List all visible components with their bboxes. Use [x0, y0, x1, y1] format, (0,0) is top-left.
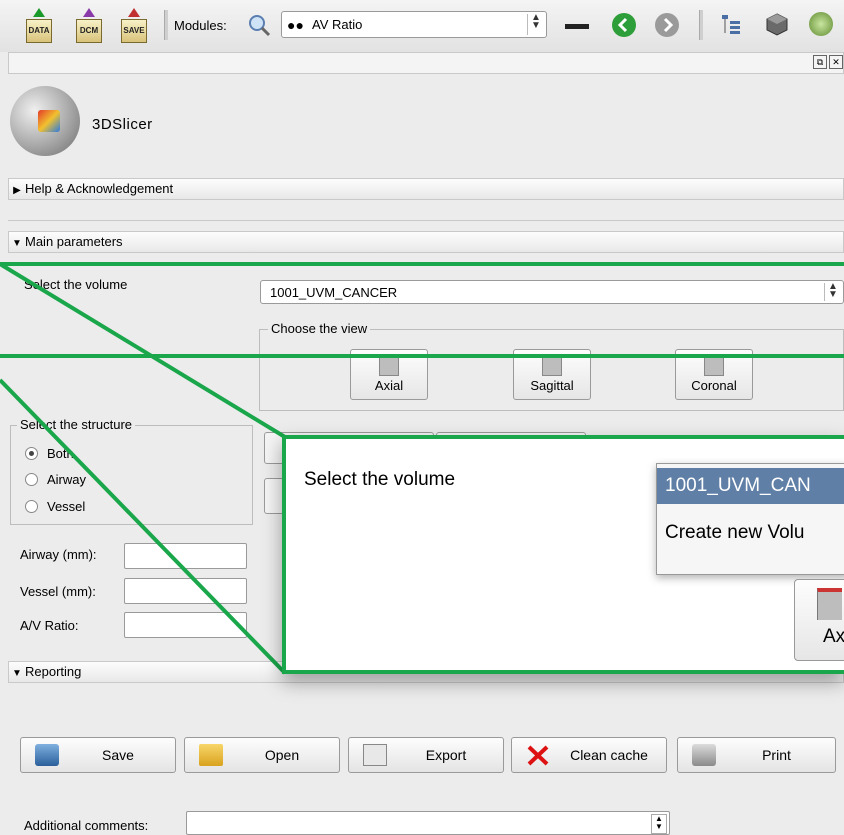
zoom-panel: Select the volume 1001_UVM_CAN Create ne…	[282, 435, 844, 674]
zoom-dropdown-menu[interactable]: 1001_UVM_CAN Create new Volu	[656, 463, 844, 575]
zoom-axial-button[interactable]: Ax	[794, 579, 844, 661]
zoom-axial-label: Ax	[823, 626, 844, 647]
callout-lines	[0, 262, 287, 675]
zoom-volume-label: Select the volume	[304, 469, 456, 490]
axial-view-icon	[817, 588, 842, 620]
zoom-dropdown-option[interactable]: Create new Volu	[665, 522, 804, 544]
zoom-dropdown-selected[interactable]: 1001_UVM_CAN	[657, 468, 844, 504]
highlight-box-bottom	[0, 354, 844, 358]
highlight-box-top	[0, 262, 844, 266]
